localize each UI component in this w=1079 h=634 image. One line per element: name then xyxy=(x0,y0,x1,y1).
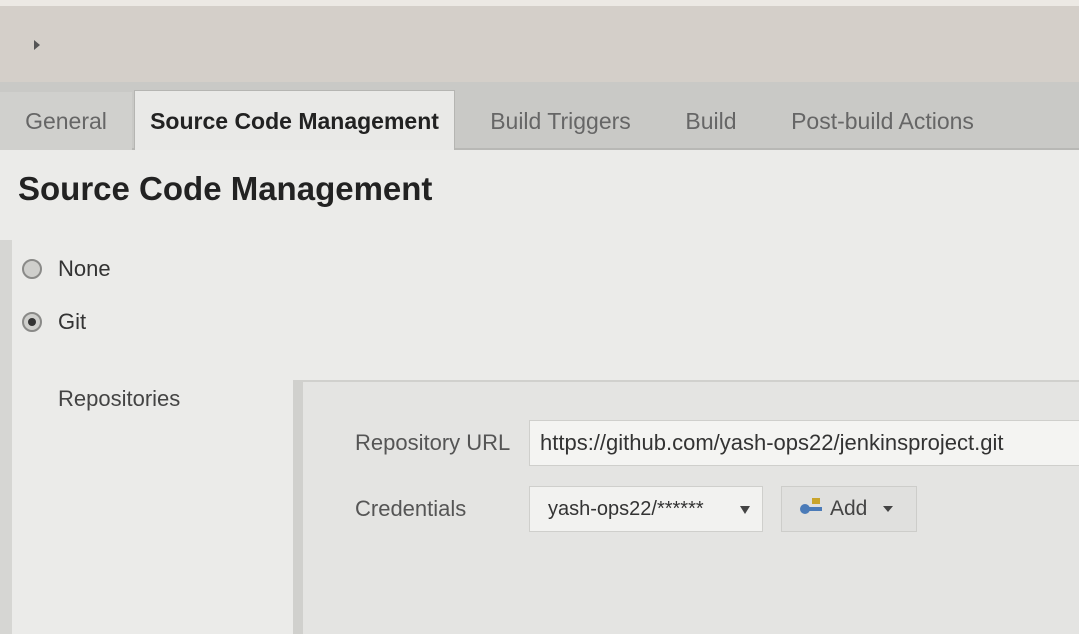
tab-build[interactable]: Build xyxy=(670,92,752,150)
chevron-down-icon[interactable] xyxy=(740,506,750,514)
key-icon xyxy=(800,498,822,514)
scm-option-none[interactable]: None xyxy=(22,254,111,284)
add-credentials-button[interactable]: Add xyxy=(781,486,917,532)
repositories-label: Repositories xyxy=(58,386,181,411)
jenkins-job-config: General Source Code Management Build Tri… xyxy=(0,0,1079,634)
tab-post-build-actions[interactable]: Post-build Actions xyxy=(770,92,995,150)
scm-option-git[interactable]: Git xyxy=(22,307,86,337)
credentials-value: yash-ops22/****** xyxy=(548,498,704,520)
scm-section: Source Code Management None Git Reposito… xyxy=(0,150,1079,634)
top-bar xyxy=(0,0,1079,82)
section-divider xyxy=(0,240,12,634)
chevron-right-icon[interactable] xyxy=(34,40,40,50)
caret-down-icon xyxy=(883,506,894,512)
credentials-select[interactable]: yash-ops22/****** xyxy=(529,486,763,532)
repository-url-input[interactable]: https://github.com/yash-ops22/jenkinspro… xyxy=(529,420,1079,466)
tab-build-triggers[interactable]: Build Triggers xyxy=(468,92,653,150)
add-button-label: Add xyxy=(830,497,868,520)
radio-none[interactable] xyxy=(22,259,42,279)
credentials-label: Credentials xyxy=(355,496,467,521)
tab-source-code-management[interactable]: Source Code Management xyxy=(134,90,455,152)
radio-git-label: Git xyxy=(58,309,87,334)
repository-url-label: Repository URL xyxy=(355,430,511,455)
repository-panel: Repository URL https://github.com/yash-o… xyxy=(293,380,1079,634)
radio-git[interactable] xyxy=(22,312,42,332)
section-title: Source Code Management xyxy=(18,170,433,207)
config-tab-bar: General Source Code Management Build Tri… xyxy=(0,82,1079,152)
radio-none-label: None xyxy=(58,256,111,281)
tab-general[interactable]: General xyxy=(0,92,132,150)
